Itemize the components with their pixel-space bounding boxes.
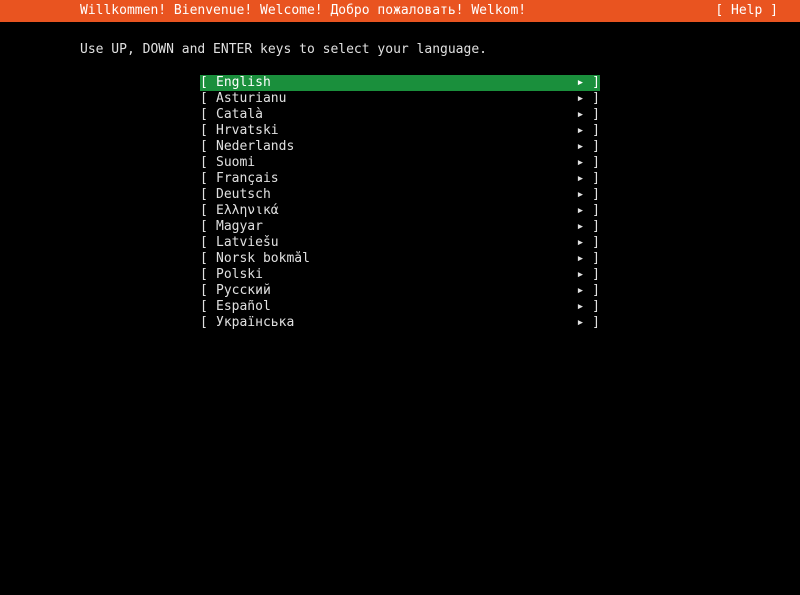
language-option[interactable]: [ Українська▸ ] — [200, 315, 600, 331]
left-bracket: [ — [200, 155, 216, 171]
submenu-arrow-icon: ▸ ] — [572, 315, 600, 331]
language-option[interactable]: [ Latviešu▸ ] — [200, 235, 600, 251]
language-label: Hrvatski — [216, 123, 572, 139]
left-bracket: [ — [200, 91, 216, 107]
language-label: Español — [216, 299, 572, 315]
language-option[interactable]: [ Русский▸ ] — [200, 283, 600, 299]
submenu-arrow-icon: ▸ ] — [572, 123, 600, 139]
welcome-title: Willkommen! Bienvenue! Welcome! Добро по… — [80, 0, 526, 22]
language-option[interactable]: [ Deutsch▸ ] — [200, 187, 600, 203]
language-option[interactable]: [ English▸ ] — [200, 75, 600, 91]
language-option[interactable]: [ Hrvatski▸ ] — [200, 123, 600, 139]
submenu-arrow-icon: ▸ ] — [572, 283, 600, 299]
language-label: Nederlands — [216, 139, 572, 155]
language-label: Русский — [216, 283, 572, 299]
left-bracket: [ — [200, 203, 216, 219]
submenu-arrow-icon: ▸ ] — [572, 155, 600, 171]
language-label: Català — [216, 107, 572, 123]
left-bracket: [ — [200, 171, 216, 187]
language-label: English — [216, 75, 572, 91]
language-option[interactable]: [ Polski▸ ] — [200, 267, 600, 283]
language-label: Latviešu — [216, 235, 572, 251]
submenu-arrow-icon: ▸ ] — [572, 203, 600, 219]
left-bracket: [ — [200, 267, 216, 283]
left-bracket: [ — [200, 107, 216, 123]
language-option[interactable]: [ Magyar▸ ] — [200, 219, 600, 235]
language-option[interactable]: [ Ελληνικά▸ ] — [200, 203, 600, 219]
language-label: Norsk bokmål — [216, 251, 572, 267]
language-label: Magyar — [216, 219, 572, 235]
header-bar: Willkommen! Bienvenue! Welcome! Добро по… — [0, 0, 800, 22]
left-bracket: [ — [200, 123, 216, 139]
submenu-arrow-icon: ▸ ] — [572, 219, 600, 235]
language-list[interactable]: [ English▸ ][ Asturianu▸ ][ Català▸ ][ H… — [200, 75, 800, 331]
submenu-arrow-icon: ▸ ] — [572, 75, 600, 91]
left-bracket: [ — [200, 235, 216, 251]
submenu-arrow-icon: ▸ ] — [572, 267, 600, 283]
submenu-arrow-icon: ▸ ] — [572, 171, 600, 187]
language-label: Deutsch — [216, 187, 572, 203]
language-label: Suomi — [216, 155, 572, 171]
language-option[interactable]: [ Nederlands▸ ] — [200, 139, 600, 155]
left-bracket: [ — [200, 219, 216, 235]
language-option[interactable]: [ Suomi▸ ] — [200, 155, 600, 171]
submenu-arrow-icon: ▸ ] — [572, 187, 600, 203]
left-bracket: [ — [200, 283, 216, 299]
submenu-arrow-icon: ▸ ] — [572, 91, 600, 107]
left-bracket: [ — [200, 75, 216, 91]
left-bracket: [ — [200, 251, 216, 267]
language-label: Asturianu — [216, 91, 572, 107]
language-label: Ελληνικά — [216, 203, 572, 219]
language-option[interactable]: [ Català▸ ] — [200, 107, 600, 123]
instruction-text: Use UP, DOWN and ENTER keys to select yo… — [0, 22, 800, 57]
left-bracket: [ — [200, 315, 216, 331]
submenu-arrow-icon: ▸ ] — [572, 251, 600, 267]
left-bracket: [ — [200, 299, 216, 315]
submenu-arrow-icon: ▸ ] — [572, 299, 600, 315]
left-bracket: [ — [200, 187, 216, 203]
language-label: Українська — [216, 315, 572, 331]
language-option[interactable]: [ Français▸ ] — [200, 171, 600, 187]
language-label: Français — [216, 171, 572, 187]
language-option[interactable]: [ Español▸ ] — [200, 299, 600, 315]
submenu-arrow-icon: ▸ ] — [572, 107, 600, 123]
language-option[interactable]: [ Norsk bokmål▸ ] — [200, 251, 600, 267]
submenu-arrow-icon: ▸ ] — [572, 139, 600, 155]
language-label: Polski — [216, 267, 572, 283]
help-button[interactable]: [ Help ] — [715, 0, 778, 22]
left-bracket: [ — [200, 139, 216, 155]
language-option[interactable]: [ Asturianu▸ ] — [200, 91, 600, 107]
submenu-arrow-icon: ▸ ] — [572, 235, 600, 251]
